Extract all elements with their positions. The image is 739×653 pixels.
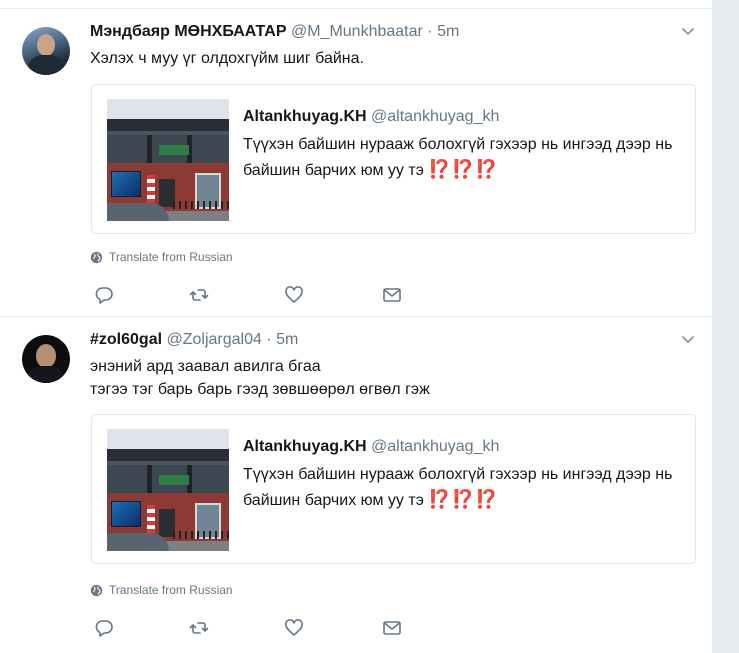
image-railing xyxy=(173,201,229,209)
retweet-icon[interactable] xyxy=(189,285,209,305)
image-roof xyxy=(107,119,229,131)
quoted-tweet-text: Түүхэн байшин нурааж болохгүй гэхээр нь … xyxy=(243,463,683,513)
interrobang-emoji: ⁉️⁉️⁉️ xyxy=(428,489,499,509)
image-car xyxy=(107,533,169,551)
image-roof xyxy=(107,449,229,461)
author-handle[interactable]: @Zoljargal04 xyxy=(166,331,261,348)
chevron-down-icon[interactable] xyxy=(680,331,696,347)
tweet-text: энэний ард заавал авилга бгаа тэгээ тэг … xyxy=(90,355,430,401)
heart-icon[interactable] xyxy=(284,618,304,638)
quoted-tweet-text: Түүхэн байшин нурааж болохгүй гэхээр нь … xyxy=(243,133,683,183)
image-sign xyxy=(159,145,189,155)
image-billboard xyxy=(111,501,141,527)
quoted-author-fullname: Altankhuyag.KH xyxy=(243,438,367,455)
quoted-tweet-content: Altankhuyag.KH @altankhuyag_kh Түүхэн ба… xyxy=(243,106,683,183)
quoted-tweet[interactable]: Altankhuyag.KH @altankhuyag_kh Түүхэн ба… xyxy=(91,414,696,564)
quoted-author-handle: @altankhuyag_kh xyxy=(371,438,500,455)
timeline: Мэндбаяр МӨНХБААТАР @M_Munkhbaatar · 5m … xyxy=(0,0,712,653)
separator-dot: · xyxy=(427,23,433,40)
tweet-text: Хэлэх ч муу үг олдохгүйм шиг байна. xyxy=(90,47,364,70)
quoted-author-handle: @altankhuyag_kh xyxy=(371,108,500,125)
translate-label[interactable]: Translate from Russian xyxy=(109,250,233,264)
interrobang-emoji: ⁉️⁉️⁉️ xyxy=(428,159,499,179)
page-gutter xyxy=(712,0,739,653)
avatar-body xyxy=(26,366,66,383)
quoted-tweet-image[interactable] xyxy=(107,429,229,551)
avatar[interactable] xyxy=(22,335,70,383)
tweet-text-line: тэгээ тэг барь барь гээд зөвшөөрөл өгвөл… xyxy=(90,381,430,398)
quoted-tweet[interactable]: Altankhuyag.KH @altankhuyag_kh Түүхэн ба… xyxy=(91,84,696,234)
chevron-down-icon[interactable] xyxy=(680,23,696,39)
image-billboard xyxy=(111,171,141,197)
globe-icon xyxy=(90,251,103,263)
retweet-icon[interactable] xyxy=(189,618,209,638)
quoted-tweet-header: Altankhuyag.KH @altankhuyag_kh xyxy=(243,106,683,128)
tweet[interactable]: #zol60gal @Zoljargal04 · 5m энэний ард з… xyxy=(0,317,712,653)
quoted-tweet-image[interactable] xyxy=(107,99,229,221)
separator-dot: · xyxy=(266,331,272,348)
envelope-icon[interactable] xyxy=(382,285,402,305)
quoted-tweet-header: Altankhuyag.KH @altankhuyag_kh xyxy=(243,436,683,458)
author-fullname[interactable]: #zol60gal xyxy=(90,331,162,348)
translate-label[interactable]: Translate from Russian xyxy=(109,583,233,597)
image-sign xyxy=(159,475,189,485)
quoted-author-fullname: Altankhuyag.KH xyxy=(243,108,367,125)
heart-icon[interactable] xyxy=(284,285,304,305)
reply-icon[interactable] xyxy=(94,285,114,305)
tweet-text-line: энэний ард заавал авилга бгаа xyxy=(90,358,321,375)
tweet-text-line: Хэлэх ч муу үг олдохгүйм шиг байна. xyxy=(90,50,364,67)
author-fullname[interactable]: Мэндбаяр МӨНХБААТАР xyxy=(90,23,287,40)
avatar-body xyxy=(28,55,64,75)
globe-icon xyxy=(90,584,103,596)
tweet-header: Мэндбаяр МӨНХБААТАР @M_Munkhbaatar · 5m xyxy=(90,21,459,43)
tweet[interactable]: Мэндбаяр МӨНХБААТАР @M_Munkhbaatar · 5m … xyxy=(0,9,712,316)
image-barber-pole xyxy=(147,175,155,203)
avatar-face xyxy=(36,344,56,368)
author-handle[interactable]: @M_Munkhbaatar xyxy=(291,23,423,40)
tweet-timestamp[interactable]: 5m xyxy=(276,331,298,348)
image-car xyxy=(107,203,169,221)
envelope-icon[interactable] xyxy=(382,618,402,638)
avatar[interactable] xyxy=(22,27,70,75)
tweet-timestamp[interactable]: 5m xyxy=(437,23,459,40)
tweet-actions xyxy=(90,618,420,638)
translate-link[interactable]: Translate from Russian xyxy=(90,250,233,264)
quoted-tweet-content: Altankhuyag.KH @altankhuyag_kh Түүхэн ба… xyxy=(243,436,683,513)
reply-icon[interactable] xyxy=(94,618,114,638)
image-railing xyxy=(173,531,229,539)
tweet-actions xyxy=(90,285,420,305)
tweet-header: #zol60gal @Zoljargal04 · 5m xyxy=(90,329,298,351)
translate-link[interactable]: Translate from Russian xyxy=(90,583,233,597)
image-barber-pole xyxy=(147,505,155,533)
avatar-face xyxy=(37,34,55,56)
